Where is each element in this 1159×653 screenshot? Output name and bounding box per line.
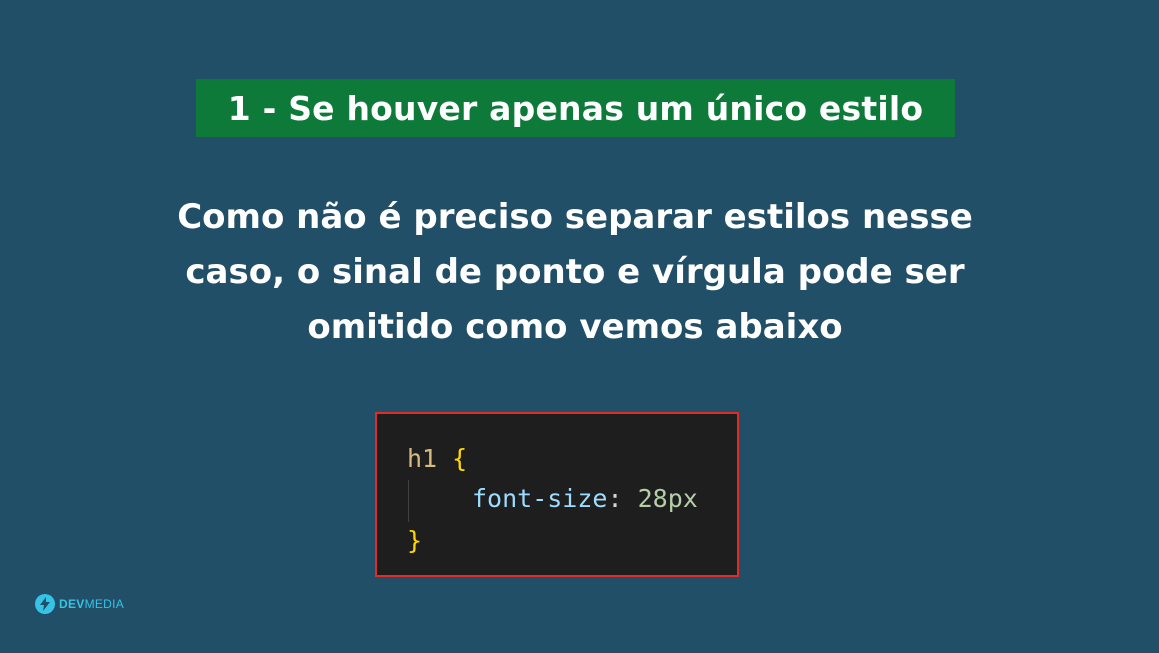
indent-guide: [408, 480, 409, 522]
code-line-selector: h1 {: [407, 444, 467, 473]
lightning-bolt-icon: [35, 594, 55, 614]
code-open-brace: {: [452, 444, 468, 473]
body-line: caso, o sinal de ponto e vírgula pode se…: [185, 252, 965, 292]
logo-text-media: MEDIA: [84, 597, 125, 611]
body-line: Como não é preciso separar estilos nesse: [177, 197, 973, 237]
slide-body-text: Como não é preciso separar estilos nesse…: [100, 190, 1050, 355]
code-colon: :: [607, 484, 623, 513]
code-line-declaration: font-size: 28px: [472, 484, 698, 513]
slide-title-badge: 1 - Se houver apenas um único estilo: [196, 79, 955, 137]
code-snippet-panel: h1 { font-size: 28px }: [375, 412, 739, 577]
devmedia-logo: DEVMEDIA: [35, 594, 124, 614]
code-selector: h1: [407, 444, 438, 473]
code-property: font-size: [472, 484, 608, 513]
code-line-close: }: [407, 526, 422, 555]
code-value: 28px: [637, 484, 698, 513]
logo-text: DEVMEDIA: [59, 597, 124, 611]
body-line: omitido como vemos abaixo: [307, 307, 843, 347]
code-close-brace: }: [407, 526, 423, 555]
slide-title: 1 - Se houver apenas um único estilo: [227, 88, 924, 128]
logo-text-dev: DEV: [59, 597, 85, 611]
